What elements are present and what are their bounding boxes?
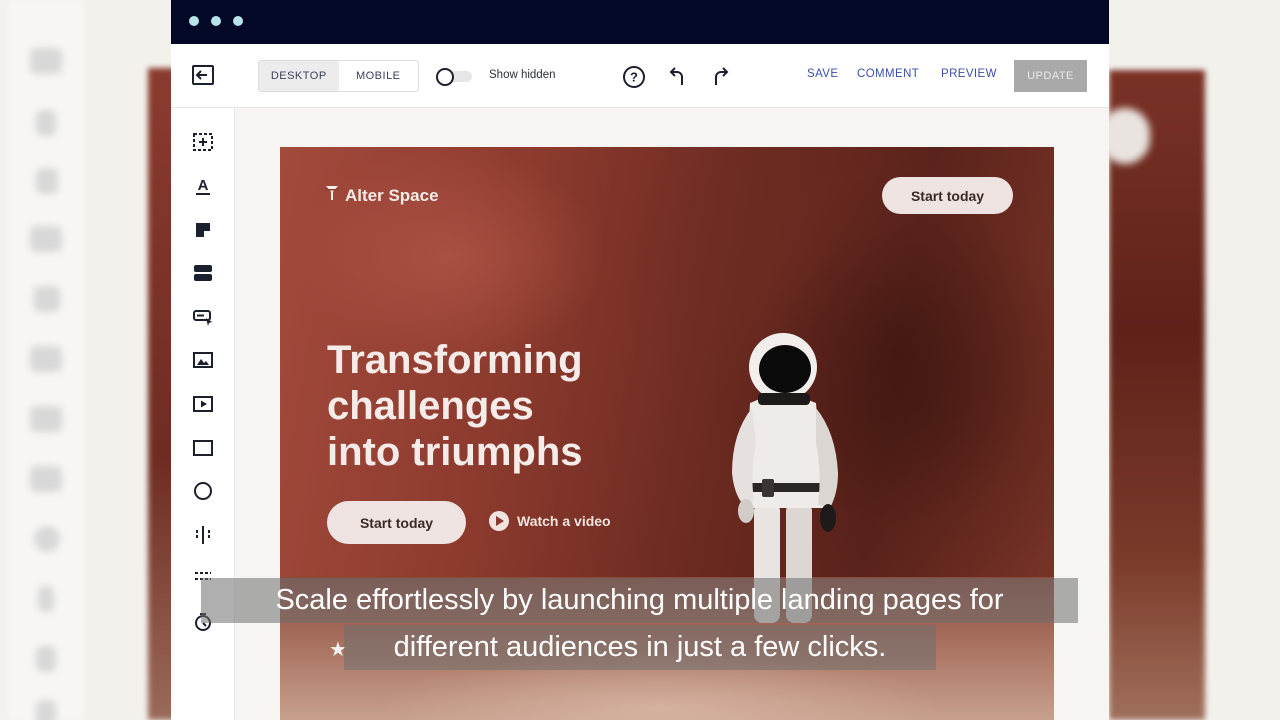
save-button[interactable]: SAVE xyxy=(807,68,838,80)
window-dot xyxy=(211,16,221,26)
background-sidebar-blur xyxy=(8,0,84,720)
show-hidden-toggle[interactable] xyxy=(436,68,474,86)
window-titlebar xyxy=(171,0,1109,44)
logo-text: Alter Space xyxy=(345,185,439,205)
show-hidden-label: Show hidden xyxy=(489,69,556,81)
editor-toolbar: DESKTOP MOBILE Show hidden ? SAVE COMMEN… xyxy=(171,44,1109,108)
comment-button[interactable]: COMMENT xyxy=(857,68,919,80)
tab-mobile[interactable]: MOBILE xyxy=(339,61,419,91)
update-button[interactable]: UPDATE xyxy=(1014,60,1087,92)
section-add-icon[interactable] xyxy=(192,131,214,153)
logo-mark-icon xyxy=(325,185,339,206)
tab-desktop[interactable]: DESKTOP xyxy=(259,61,339,91)
image-icon[interactable] xyxy=(192,349,214,371)
exit-editor-icon[interactable] xyxy=(191,64,215,86)
circle-icon[interactable] xyxy=(192,480,214,502)
nav-start-today-button[interactable]: Start today xyxy=(882,177,1013,214)
preview-button[interactable]: PREVIEW xyxy=(941,68,997,80)
toggle-knob xyxy=(436,68,454,86)
play-icon xyxy=(489,511,509,531)
caption-line-2: different audiences in just a few clicks… xyxy=(344,625,936,670)
text-icon[interactable]: A xyxy=(192,175,214,197)
caption-line-1: Scale effortlessly by launching multiple… xyxy=(201,578,1078,623)
hero-headline[interactable]: Transforming challenges into triumphs xyxy=(327,337,667,475)
background-photo-right xyxy=(1109,70,1205,720)
stack-icon[interactable] xyxy=(192,262,214,284)
paragraph-icon[interactable] xyxy=(192,219,214,241)
window-dot xyxy=(233,16,243,26)
undo-icon[interactable] xyxy=(665,64,691,90)
button-icon[interactable] xyxy=(192,306,214,328)
window-dot xyxy=(189,16,199,26)
element-sidebar: A xyxy=(171,108,235,720)
headline-line: into triumphs xyxy=(327,430,583,474)
view-mode-switch: DESKTOP MOBILE xyxy=(258,60,419,92)
watch-video-link[interactable]: Watch a video xyxy=(489,511,611,531)
svg-text:A: A xyxy=(198,177,209,194)
columns-icon[interactable] xyxy=(192,524,214,546)
brand-logo[interactable]: Alter Space xyxy=(325,185,439,206)
svg-text:?: ? xyxy=(630,70,638,85)
help-icon[interactable]: ? xyxy=(621,64,647,90)
headline-line: challenges xyxy=(327,384,534,428)
redo-icon[interactable] xyxy=(707,64,733,90)
watch-video-label: Watch a video xyxy=(517,513,611,529)
headline-line: Transforming xyxy=(327,338,583,382)
box-icon[interactable] xyxy=(192,437,214,459)
start-today-button[interactable]: Start today xyxy=(327,501,466,544)
video-icon[interactable] xyxy=(192,393,214,415)
